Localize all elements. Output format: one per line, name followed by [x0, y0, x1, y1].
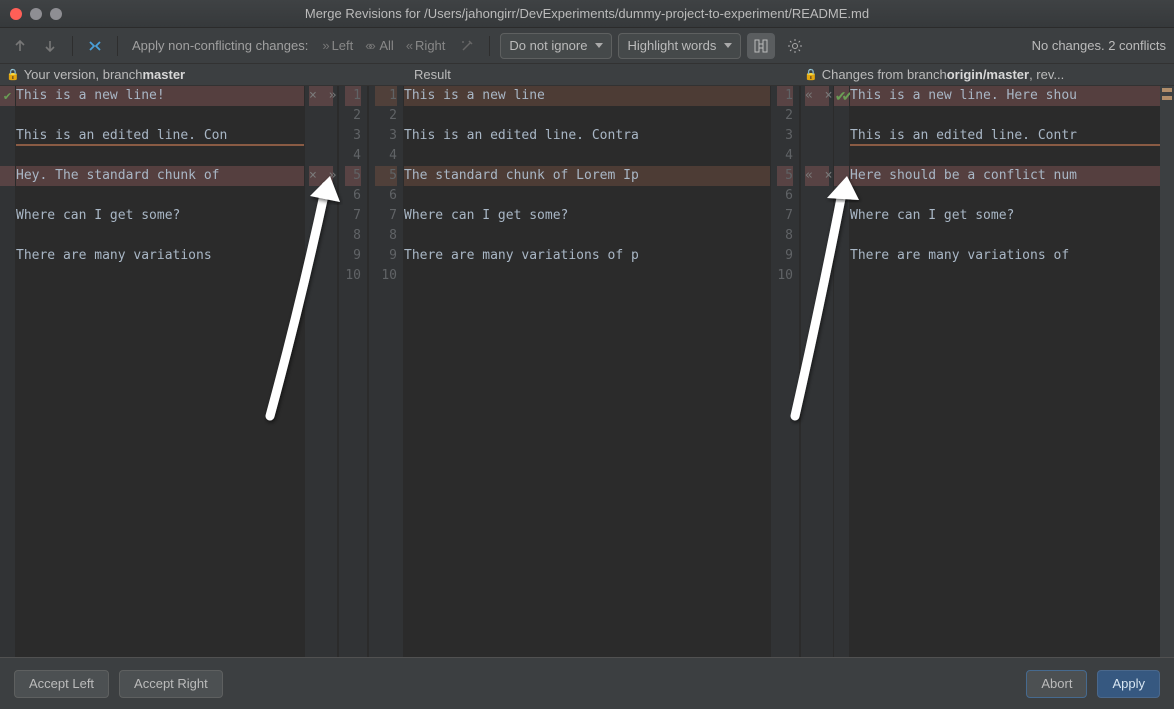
chevron-down-icon [724, 43, 732, 48]
titlebar: Merge Revisions for /Users/jahongirr/Dev… [0, 0, 1174, 28]
lock-icon: 🔒 [6, 68, 20, 81]
overview-ruler[interactable] [1160, 86, 1174, 657]
ignore-dropdown-label: Do not ignore [509, 38, 587, 53]
accept-right-button[interactable]: Accept Right [119, 670, 223, 698]
left-marker-col: ✔ [0, 86, 16, 657]
diff-panes: ✔ This is a new line!This is an edited l… [0, 86, 1174, 657]
right-editor[interactable]: This is a new line. Here shouThis is an … [850, 86, 1160, 657]
right-header-pre: Changes from branch [822, 67, 947, 82]
prev-change-button[interactable] [8, 34, 32, 58]
compare-toggle-button[interactable] [83, 34, 107, 58]
apply-group: »Left «» All «Right [318, 36, 449, 55]
left-line-gutter: 12345678910 [338, 86, 368, 657]
right-header-post: , rev... [1029, 67, 1064, 82]
right-header-branch: origin/master [947, 67, 1029, 82]
apply-left-button[interactable]: »Left [318, 36, 357, 55]
apply-all-label: All [379, 38, 393, 53]
apply-right-label: Right [415, 38, 445, 53]
result-header: Result [414, 67, 451, 82]
highlight-dropdown[interactable]: Highlight words [618, 33, 741, 59]
result-editor[interactable]: This is a new lineThis is an edited line… [404, 86, 770, 657]
right-marker-col: ✔✔ [834, 86, 850, 657]
minimize-window-icon[interactable] [30, 8, 42, 20]
bottom-bar: Accept Left Accept Right Abort Apply [0, 657, 1174, 709]
sync-scroll-button[interactable] [747, 33, 775, 59]
window-controls [10, 8, 62, 20]
apply-button[interactable]: Apply [1097, 670, 1160, 698]
abort-button[interactable]: Abort [1026, 670, 1087, 698]
left-editor[interactable]: This is a new line!This is an edited lin… [16, 86, 304, 657]
conflict-status: No changes. 2 conflicts [1032, 38, 1166, 53]
ruler-mark[interactable] [1162, 96, 1172, 100]
right-line-gutter: 12345678910 [770, 86, 800, 657]
chevron-down-icon [595, 43, 603, 48]
apply-all-button[interactable]: «» All [361, 36, 398, 55]
ruler-mark[interactable] [1162, 88, 1172, 92]
pane-headers: 🔒 Your version, branch master Result 🔒 Cha… [0, 64, 1174, 86]
apply-left-label: Left [332, 38, 354, 53]
zoom-window-icon[interactable] [50, 8, 62, 20]
next-change-button[interactable] [38, 34, 62, 58]
window-title: Merge Revisions for /Users/jahongirr/Dev… [0, 6, 1174, 21]
close-window-icon[interactable] [10, 8, 22, 20]
gear-icon [787, 38, 803, 54]
ignore-dropdown[interactable]: Do not ignore [500, 33, 612, 59]
left-header-branch: master [142, 67, 185, 82]
apply-right-button[interactable]: «Right [402, 36, 450, 55]
highlight-dropdown-label: Highlight words [627, 38, 716, 53]
right-action-gutter[interactable]: « ×« × [800, 86, 834, 657]
apply-label: Apply non-conflicting changes: [132, 38, 308, 53]
accept-left-button[interactable]: Accept Left [14, 670, 109, 698]
settings-button[interactable] [781, 33, 809, 59]
left-header-pre: Your version, branch [24, 67, 143, 82]
merge-toolbar: Apply non-conflicting changes: »Left «» … [0, 28, 1174, 64]
mid-line-gutter: 12345678910 [368, 86, 404, 657]
magic-resolve-button[interactable] [455, 34, 479, 58]
lock-icon: 🔒 [804, 68, 818, 81]
left-action-gutter[interactable]: × »× » [304, 86, 338, 657]
